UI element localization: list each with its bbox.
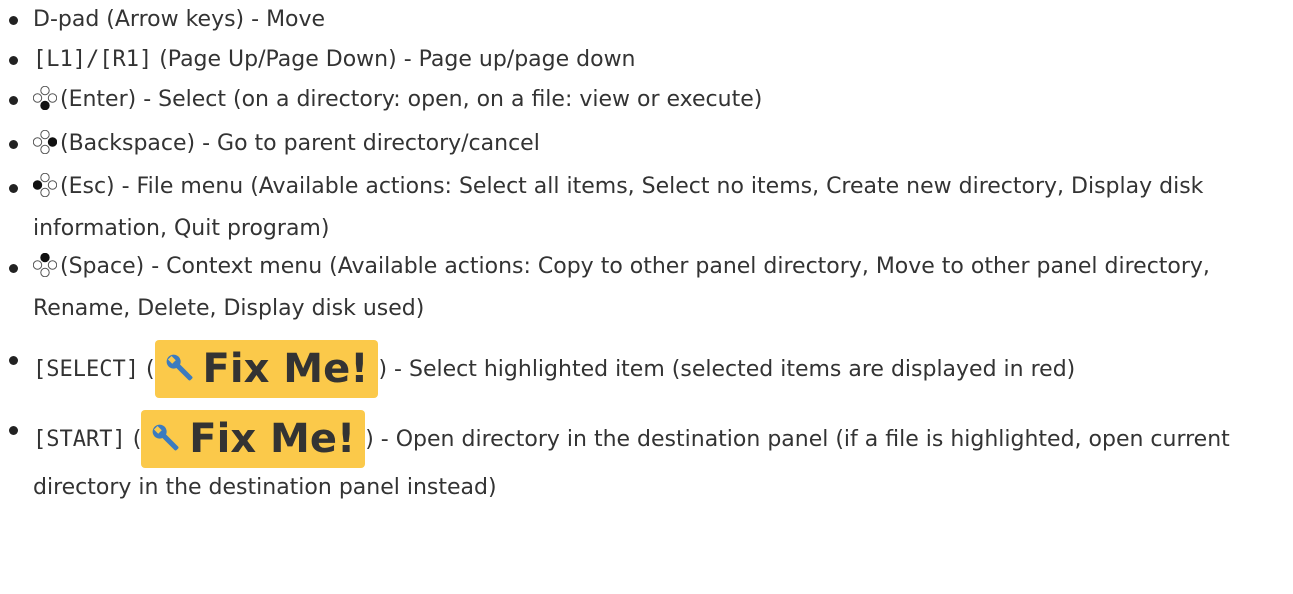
bottom-button-icon bbox=[32, 84, 58, 124]
item-text: ) - Select highlighted item (selected it… bbox=[378, 357, 1076, 382]
item-text: D-pad (Arrow keys) - Move bbox=[33, 7, 326, 32]
wrench-icon bbox=[153, 424, 179, 451]
item-text: (Space) - Context menu (Available action… bbox=[33, 254, 1210, 321]
fixme-label: Fix Me! bbox=[202, 346, 369, 392]
list-item-enter: (Enter) - Select (on a directory: open, … bbox=[8, 80, 1293, 124]
key-label: [START] bbox=[33, 427, 126, 452]
list-item-space: (Space) - Context menu (Available action… bbox=[8, 248, 1293, 328]
list-item-dpad: D-pad (Arrow keys) - Move bbox=[8, 0, 1293, 40]
wrench-icon bbox=[166, 354, 193, 381]
list-item-select: [SELECT] ( Fix Me! ) - Select highlighted … bbox=[8, 340, 1293, 398]
item-text: (Enter) - Select (on a directory: open, … bbox=[60, 87, 763, 112]
fixme-badge: Fix Me! bbox=[154, 340, 379, 398]
fixme-badge: Fix Me! bbox=[141, 410, 366, 468]
right-button-icon bbox=[32, 128, 58, 168]
top-button-icon bbox=[32, 252, 58, 290]
controls-list: D-pad (Arrow keys) - Move [L1]/[R1] (Pag… bbox=[0, 0, 1293, 508]
list-item-esc: (Esc) - File menu (Available actions: Se… bbox=[8, 168, 1293, 248]
item-text: (Page Up/Page Down) - Page up/page down bbox=[152, 47, 636, 72]
list-item-start: [START] (Fix Me!) - Open directory in th… bbox=[8, 410, 1293, 508]
item-prefix: ( bbox=[125, 427, 142, 452]
key-label: [SELECT] bbox=[33, 357, 139, 382]
fixme-label: Fix Me! bbox=[189, 416, 356, 462]
item-text: (Backspace) - Go to parent directory/can… bbox=[60, 131, 540, 156]
left-button-icon bbox=[32, 172, 58, 210]
item-text: (Esc) - File menu (Available actions: Se… bbox=[33, 174, 1204, 241]
list-item-backspace: (Backspace) - Go to parent directory/can… bbox=[8, 124, 1293, 168]
item-prefix: ( bbox=[138, 357, 155, 382]
list-item-l1-r1: [L1]/[R1] (Page Up/Page Down) - Page up/… bbox=[8, 40, 1293, 80]
key-label: [L1]/[R1] bbox=[33, 47, 153, 72]
